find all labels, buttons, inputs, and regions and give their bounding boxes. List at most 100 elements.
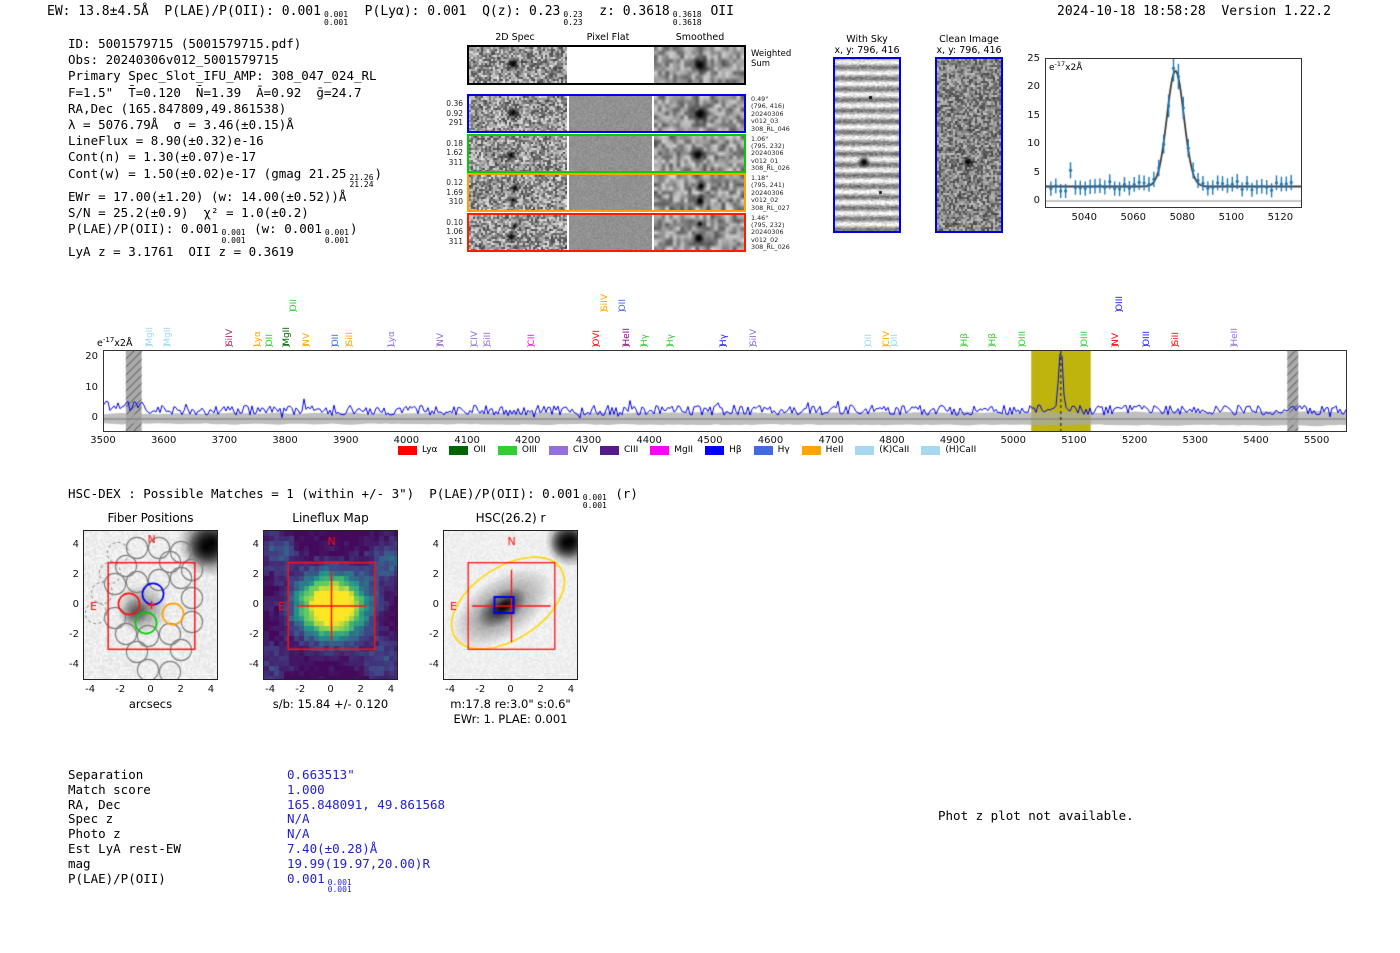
- info-line: LineFlux = 8.90(±0.32)e-16: [68, 133, 382, 149]
- panel-y-tick: 0: [72, 599, 79, 610]
- match-table-value: 1.000: [287, 782, 325, 798]
- stack-bottom: 0.001: [324, 235, 349, 245]
- line-fit-canvas: [1046, 59, 1301, 207]
- legend-item: (K)CaII: [855, 445, 909, 455]
- spectrum-x-tick: 5000: [1000, 435, 1026, 446]
- match-table-value: 165.848091, 49.861568: [287, 797, 445, 813]
- panel-x-tick: 0: [147, 684, 154, 695]
- spectrum-x-tick: 3700: [211, 435, 238, 446]
- fiber_positions-canvas: [84, 531, 217, 679]
- panel-y-tick: 0: [432, 599, 439, 610]
- spectral-line-brace: {: [591, 342, 601, 349]
- stack-bottom: 0.23: [563, 17, 583, 27]
- text-token: 19.99(19.97,20.00)R: [287, 855, 430, 871]
- panel-y-tick: -4: [429, 659, 439, 671]
- right-label-line: 308_RL_027: [751, 203, 790, 212]
- spectral-line-brace: {: [1229, 342, 1239, 349]
- spectral-line-brace: {: [988, 342, 998, 349]
- panel-y-tick: 4: [432, 538, 439, 550]
- stack-bottom: 21.24: [349, 180, 374, 190]
- match-table-value: N/A: [287, 811, 310, 827]
- inset-y-tick: 20: [1027, 81, 1040, 93]
- stack-bottom: 0.001: [327, 885, 352, 895]
- match-table-value: 0.663513": [287, 767, 355, 783]
- match-table: Separation 0.663513" Match score 1.000 RA, D…: [68, 767, 445, 895]
- legend-swatch: [705, 445, 725, 455]
- spec2d-row: [467, 45, 746, 85]
- left-label-line: 1.62: [446, 148, 463, 157]
- spectral-line-brace: {: [224, 342, 234, 349]
- legend-label: HeII: [825, 445, 844, 455]
- panel-y-tick: -2: [429, 629, 439, 641]
- spec2d-column-header: Smoothed: [675, 32, 725, 43]
- spec2d-row: [467, 173, 746, 212]
- panel-y-tick: -2: [249, 629, 259, 641]
- legend-swatch: [398, 445, 417, 455]
- sky-panel-image-box: [833, 57, 901, 233]
- info-line: Cont(n) = 1.30(±0.07)e-17: [68, 149, 382, 165]
- panel-x-tick: 0: [507, 684, 514, 695]
- spectrum-x-tick: 3900: [332, 435, 359, 446]
- legend-swatch: [449, 445, 469, 455]
- spectrum-x-tick: 5300: [1182, 435, 1209, 446]
- info-line: EWr = 17.00(±1.20) (w: 14.00(±0.52))Å: [68, 189, 382, 205]
- spec2d-row-left-label: 0.10 1.06 311: [441, 218, 463, 247]
- text-token: RA,Dec (165.847809,49.861538): [68, 100, 287, 116]
- spec2d-column-header: Pixel Flat: [586, 32, 630, 43]
- weighted-sum-label-line: Sum: [751, 58, 771, 69]
- legend-swatch: [600, 445, 620, 455]
- legend-item: Hγ: [753, 445, 790, 455]
- spectral-line-brace: {: [344, 342, 354, 349]
- match-table-label: Est LyA rest-EW: [68, 840, 181, 856]
- panel-x-tick: -4: [265, 684, 276, 695]
- panel-xlabel-2: EWr: 1. PLAE: 0.001: [453, 712, 568, 726]
- spectrum-units-label: e-17x2Å: [97, 336, 133, 350]
- legend-item: HeII: [801, 445, 844, 455]
- panel-axes: [263, 530, 398, 680]
- legend-label: CIII: [624, 445, 639, 455]
- panel-title: Lineflux Map: [292, 511, 369, 525]
- stacked-fraction: 0.3618 0.3618: [673, 11, 702, 26]
- spectral-line-brace: {: [264, 342, 274, 349]
- smoothed-image: [654, 175, 744, 210]
- clean-image: [937, 59, 1001, 231]
- match-table-label: mag: [68, 855, 91, 871]
- full-spectrum-canvas: [104, 351, 1346, 431]
- legend-label: OII: [473, 445, 486, 455]
- legend-label: MgII: [674, 445, 694, 455]
- stack-bottom: 0.001: [323, 17, 349, 27]
- panel-x-tick: 4: [207, 684, 215, 695]
- left-label-line: 0.18: [446, 138, 463, 148]
- left-label-line: 0.36: [446, 99, 463, 108]
- spec2d-row-left-label: 0.18 1.62 311: [441, 139, 463, 168]
- panel-x-tick: 4: [387, 684, 395, 695]
- inset-y-tick: 5: [1033, 166, 1040, 178]
- spec2d-column-header: 2D Spec: [495, 32, 535, 43]
- left-label-line: 291: [448, 118, 463, 127]
- left-label-line: 311: [448, 236, 463, 246]
- legend-swatch: [801, 445, 821, 455]
- text-token: EWr = 17.00(±1.20) (w: 14.00(±0.52))Å: [68, 188, 347, 204]
- report-timestamp: 2024-10-18 18:58:28: [1057, 4, 1206, 19]
- right-label-line: 308_RL_026: [751, 243, 790, 252]
- stack-bottom: 0.001: [582, 500, 607, 510]
- inset-x-tick: 5080: [1169, 212, 1196, 223]
- spectrum-y-tick: 20: [85, 351, 98, 362]
- panel-y-tick: 2: [252, 568, 259, 580]
- legend-swatch: [753, 445, 773, 455]
- panel-y-tick: -2: [69, 629, 79, 641]
- text-token: LineFlux = 8.90(±0.32)e-16: [68, 133, 264, 149]
- stacked-fraction: 0.001 0.001: [222, 229, 246, 244]
- text-token: ): [374, 165, 383, 181]
- spectral-line-brace: {: [302, 342, 312, 349]
- spectral-line-brace: {: [289, 307, 299, 314]
- spectral-line-brace: {: [748, 342, 758, 349]
- hsc_r-canvas: [444, 531, 577, 679]
- stacked-fraction: 0.23 0.23: [563, 11, 582, 26]
- info-line: Cont(w) = 1.50(±0.02)e-17 (gmag 21.25 21.…: [68, 166, 382, 189]
- panel-axes: [83, 530, 218, 680]
- legend-swatch: [650, 445, 670, 455]
- spec2d-row-right-label: 1.06" (795, 232) 20240306 v012_01 308_RL_026: [751, 135, 790, 173]
- stack-bottom: 0.3618: [672, 17, 702, 27]
- legend-label: (K)CaII: [879, 445, 910, 455]
